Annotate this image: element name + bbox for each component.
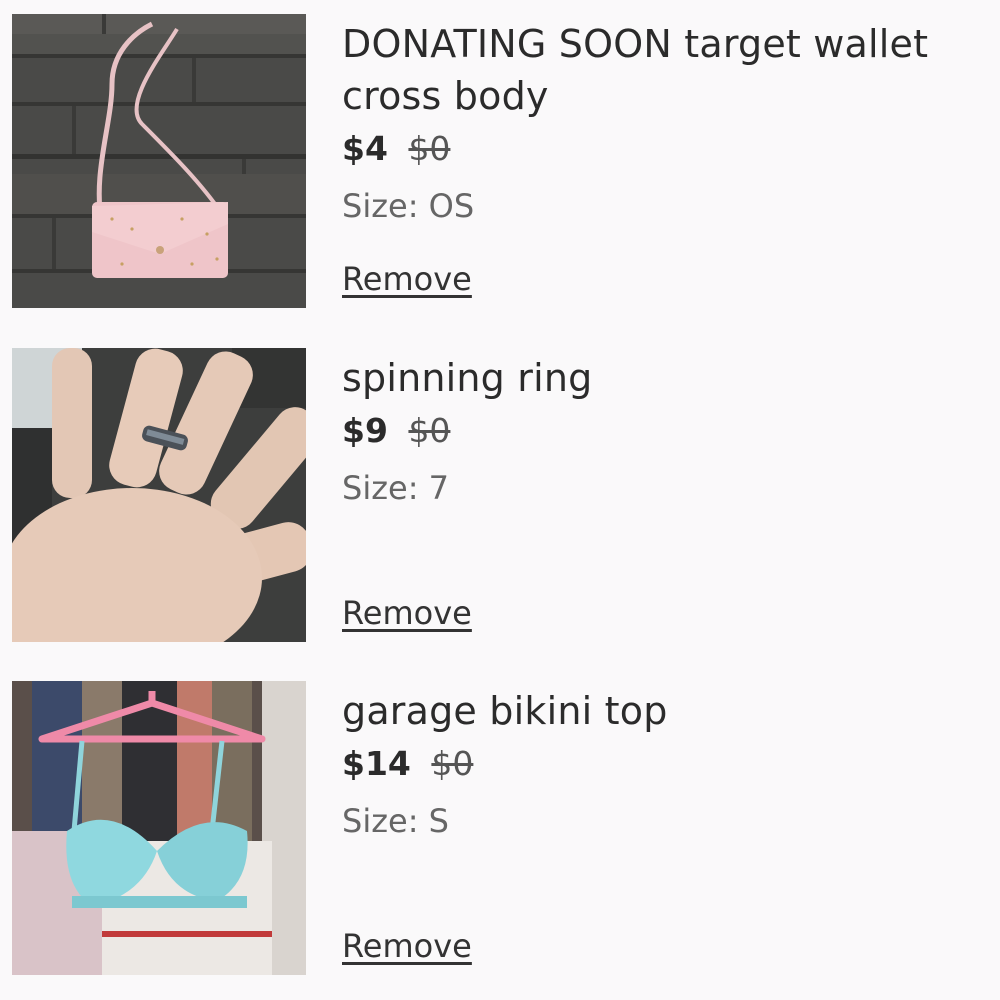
- cart-item: DONATING SOON target wallet cross body $…: [12, 14, 992, 310]
- size-value: 7: [428, 469, 449, 507]
- size-value: OS: [428, 187, 475, 225]
- size-row: Size: OS: [342, 180, 992, 232]
- item-info: spinning ring $9 $0 Size: 7 Remove: [342, 348, 992, 642]
- item-title[interactable]: spinning ring: [342, 348, 992, 404]
- price-row: $14 $0: [342, 739, 992, 789]
- size-row: Size: S: [342, 795, 992, 847]
- size-label: Size:: [342, 469, 419, 507]
- bikini-photo: [12, 681, 306, 975]
- remove-link[interactable]: Remove: [342, 260, 472, 298]
- price-row: $4 $0: [342, 124, 992, 174]
- price-row: $9 $0: [342, 406, 992, 456]
- item-original-price: $0: [408, 129, 451, 168]
- item-title[interactable]: DONATING SOON target wallet cross body: [342, 14, 992, 122]
- size-label: Size:: [342, 187, 419, 225]
- item-title[interactable]: garage bikini top: [342, 681, 992, 737]
- item-price: $9: [342, 411, 388, 450]
- ring-photo: [12, 348, 306, 642]
- cart-item: spinning ring $9 $0 Size: 7 Remove: [12, 348, 992, 644]
- cart-item: garage bikini top $14 $0 Size: S Remove: [12, 681, 992, 977]
- item-photo[interactable]: [12, 348, 306, 642]
- remove-link[interactable]: Remove: [342, 927, 472, 965]
- item-info: garage bikini top $14 $0 Size: S Remove: [342, 681, 992, 975]
- size-label: Size:: [342, 802, 419, 840]
- item-photo[interactable]: [12, 14, 306, 308]
- item-original-price: $0: [431, 744, 474, 783]
- size-row: Size: 7: [342, 462, 992, 514]
- item-photo[interactable]: [12, 681, 306, 975]
- item-price: $14: [342, 744, 411, 783]
- size-value: S: [428, 802, 449, 840]
- item-price: $4: [342, 129, 388, 168]
- cart-item-list: DONATING SOON target wallet cross body $…: [0, 0, 1000, 1000]
- item-info: DONATING SOON target wallet cross body $…: [342, 14, 992, 308]
- item-original-price: $0: [408, 411, 451, 450]
- remove-link[interactable]: Remove: [342, 594, 472, 632]
- wallet-photo: [12, 14, 306, 308]
